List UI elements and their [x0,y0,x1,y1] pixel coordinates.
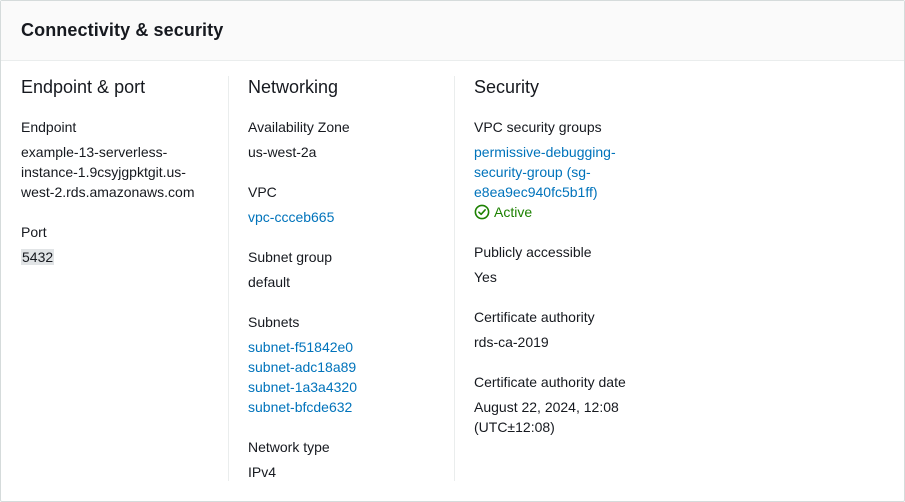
column-divider [454,76,455,481]
security-group-link[interactable]: permissive-debugging- security-group (sg… [474,142,616,202]
ca-date-line: August 22, 2024, 12:08 [474,399,619,415]
panel-title: Connectivity & security [21,20,224,40]
endpoint-label: Endpoint [21,119,77,135]
vpc-label: VPC [248,184,277,200]
subnet-link[interactable]: subnet-f51842e0 [248,337,357,357]
subnet-group-value: default [248,274,291,290]
security-group-status: Active [474,202,532,222]
ca-date-line: (UTC±12:08) [474,419,555,435]
panel-header: Connectivity & security [1,1,904,61]
check-circle-icon [474,204,490,220]
connectivity-security-panel: Connectivity & security Endpoint & port … [0,0,905,502]
subnet-link[interactable]: subnet-bfcde632 [248,397,357,417]
endpoint-port-heading: Endpoint & port [21,77,146,97]
security-group-link-line[interactable]: e8ea9ec940fc5b1ff) [474,182,616,202]
subnets-list: subnet-f51842e0 subnet-adc18a89 subnet-1… [248,337,357,417]
networking-column: Networking Availability Zone us-west-2a … [248,76,454,481]
subnet-link[interactable]: subnet-1a3a4320 [248,377,357,397]
publicly-accessible-label: Publicly accessible [474,244,592,260]
endpoint-line: west-2.rds.amazonaws.com [21,184,195,200]
endpoint-value: example-13-serverless- instance-1.9csyjg… [21,142,195,202]
subnet-group-label: Subnet group [248,249,333,265]
subnet-link[interactable]: subnet-adc18a89 [248,357,357,377]
subnets-label: Subnets [248,314,300,330]
network-type-label: Network type [248,439,330,455]
security-group-link-line[interactable]: permissive-debugging- [474,142,616,162]
security-group-link-line[interactable]: security-group (sg- [474,162,616,182]
port-value: 5432 [21,247,55,267]
security-column: Security VPC security groups permissive-… [474,76,774,481]
endpoint-line: example-13-serverless- [21,144,168,160]
endpoint-port-column: Endpoint & port Endpoint example-13-serv… [21,76,227,481]
publicly-accessible-value: Yes [474,269,497,285]
certificate-authority-date-label: Certificate authority date [474,374,626,390]
certificate-authority-value: rds-ca-2019 [474,334,549,350]
column-divider [228,76,229,481]
availability-zone-label: Availability Zone [248,119,350,135]
availability-zone-value: us-west-2a [248,144,317,160]
endpoint-line: instance-1.9csyjgpktgit.us- [21,164,186,180]
certificate-authority-label: Certificate authority [474,309,595,325]
security-heading: Security [474,77,540,97]
port-value-text: 5432 [21,249,55,265]
vpc-link[interactable]: vpc-ccceb665 [248,207,334,227]
certificate-authority-date-value: August 22, 2024, 12:08 (UTC±12:08) [474,397,619,437]
networking-heading: Networking [248,77,339,97]
port-label: Port [21,224,47,240]
status-text: Active [494,204,533,220]
panel-body: Endpoint & port Endpoint example-13-serv… [1,62,904,501]
network-type-value: IPv4 [248,464,277,480]
vpc-security-groups-label: VPC security groups [474,119,602,135]
